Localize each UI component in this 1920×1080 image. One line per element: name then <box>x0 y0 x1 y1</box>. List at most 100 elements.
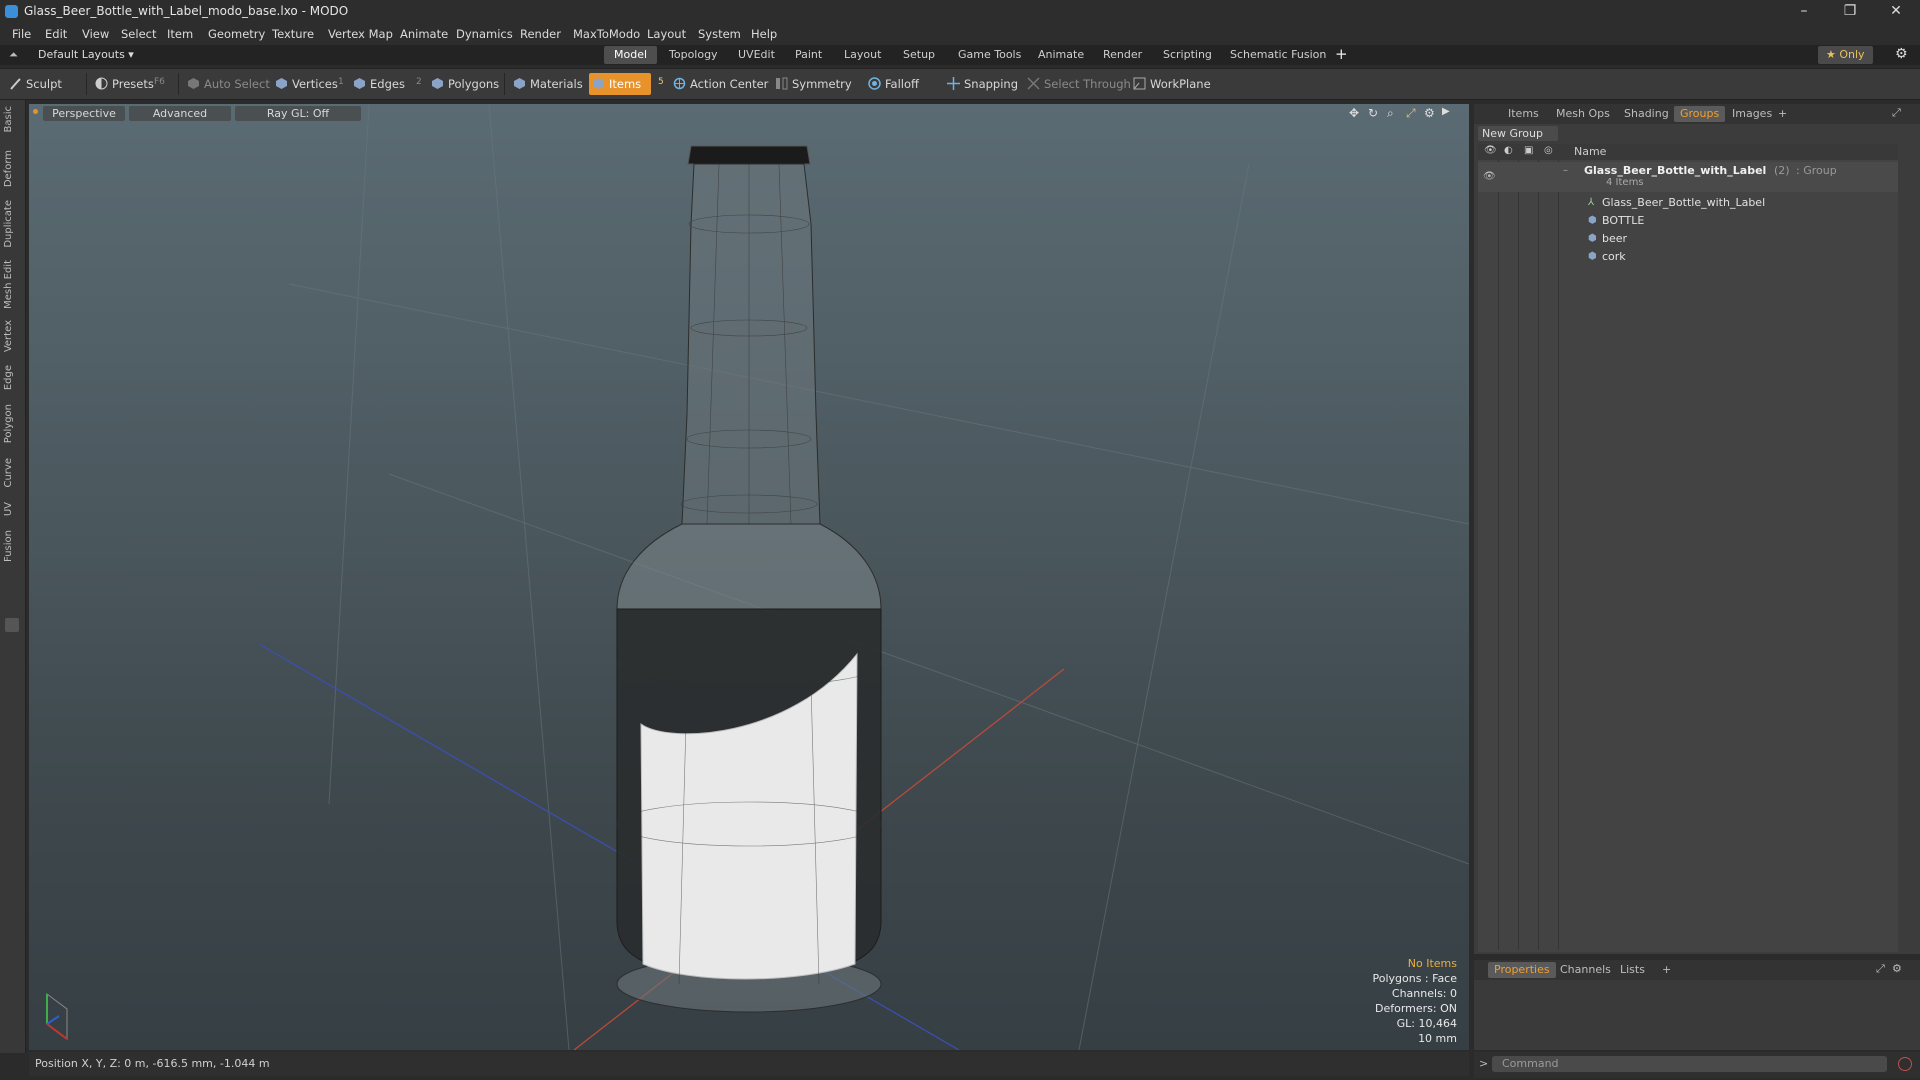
tab-basic[interactable]: Basic <box>3 106 22 132</box>
group-collapse-icon[interactable]: – <box>1563 162 1568 180</box>
polygons-button[interactable]: Polygons <box>428 73 499 95</box>
tab-vertex[interactable]: Vertex <box>3 320 22 352</box>
tab-layout[interactable]: Layout <box>834 46 891 64</box>
snapping-button[interactable]: Snapping <box>944 73 1018 95</box>
list-item[interactable]: ⅄ Glass_Beer_Bottle_with_Label <box>1478 194 1898 212</box>
tab-channels[interactable]: Channels <box>1554 962 1617 978</box>
tab-paint[interactable]: Paint <box>785 46 832 64</box>
tab-properties[interactable]: Properties <box>1488 962 1556 978</box>
viewport-settings-icon[interactable]: ⚙ <box>1424 106 1435 120</box>
name-column-header: Name <box>1574 145 1607 158</box>
settings-gear-icon[interactable]: ⚙ <box>1895 46 1908 62</box>
menu-view[interactable]: View <box>82 27 109 41</box>
layout-collapse-icon[interactable]: ⏶ <box>9 48 18 62</box>
properties-expand-icon[interactable]: ⤢ <box>1876 962 1885 976</box>
view-type-dropdown[interactable]: Perspective <box>43 106 125 121</box>
panel-expand-icon[interactable]: ⤢ <box>1892 106 1901 120</box>
menu-dynamics[interactable]: Dynamics <box>456 27 513 41</box>
menu-vertex-map[interactable]: Vertex Map <box>328 27 393 41</box>
close-button[interactable]: ✕ <box>1873 0 1919 24</box>
tab-topology[interactable]: Topology <box>659 46 728 64</box>
tab-model[interactable]: Model <box>604 46 658 64</box>
action-center-button[interactable]: Action Center <box>670 73 768 95</box>
properties-gear-icon[interactable]: ⚙ <box>1892 962 1902 975</box>
visibility-column-icon[interactable]: 👁 <box>1484 145 1497 156</box>
add-panel-tab-button[interactable]: + <box>1772 106 1793 122</box>
list-item[interactable]: ⬢ cork <box>1478 248 1898 266</box>
record-icon[interactable] <box>1898 1057 1912 1071</box>
falloff-button[interactable]: Falloff <box>865 73 919 95</box>
add-tab-button[interactable]: + <box>1335 45 1348 63</box>
presets-button[interactable]: Presets <box>92 73 154 95</box>
layout-preset-dropdown[interactable]: Default Layouts ▾ <box>38 48 134 61</box>
restore-button[interactable]: ❐ <box>1827 0 1873 24</box>
group-visibility-icon[interactable]: 👁 <box>1483 168 1496 186</box>
render-column-icon[interactable]: ◐ <box>1504 145 1513 156</box>
symmetry-button[interactable]: Symmetry <box>772 73 852 95</box>
menu-item[interactable]: Item <box>167 27 193 41</box>
zoom-icon[interactable]: ⌕ <box>1387 106 1394 121</box>
minimize-button[interactable]: – <box>1781 0 1827 24</box>
maximize-viewport-icon[interactable]: ⤢ <box>1406 106 1416 121</box>
tab-items[interactable]: Items <box>1502 106 1545 122</box>
tab-polygon[interactable]: Polygon <box>3 404 22 443</box>
menu-render[interactable]: Render <box>520 27 561 41</box>
rotate-icon[interactable]: ↻ <box>1368 106 1378 120</box>
tab-edge[interactable]: Edge <box>3 365 22 390</box>
menu-select[interactable]: Select <box>121 27 156 41</box>
list-item[interactable]: ⬢ BOTTLE <box>1478 212 1898 230</box>
tab-game-tools[interactable]: Game Tools <box>948 46 1031 64</box>
add-properties-tab-button[interactable]: + <box>1656 962 1677 978</box>
tab-mesh-ops[interactable]: Mesh Ops <box>1550 106 1616 122</box>
tab-schematic-fusion[interactable]: Schematic Fusion <box>1220 46 1336 64</box>
tab-shading[interactable]: Shading <box>1618 106 1675 122</box>
tab-scripting[interactable]: Scripting <box>1153 46 1222 64</box>
tab-render[interactable]: Render <box>1093 46 1152 64</box>
panel-toggle-button[interactable] <box>5 618 19 632</box>
menu-system[interactable]: System <box>698 27 741 41</box>
select-through-button[interactable]: Select Through <box>1024 73 1131 95</box>
tab-uv[interactable]: UV <box>3 502 22 516</box>
lock-column-icon[interactable]: ▣ <box>1524 145 1533 156</box>
tab-lists[interactable]: Lists <box>1614 962 1651 978</box>
tab-mesh-edit[interactable]: Mesh Edit <box>3 260 22 309</box>
pan-icon[interactable]: ✥ <box>1349 106 1359 120</box>
viewport-menu-dot-icon[interactable] <box>33 109 38 114</box>
beer-bottle-model[interactable] <box>616 145 882 1013</box>
viewport-more-icon[interactable]: ▶ <box>1442 106 1450 117</box>
raygl-toggle[interactable]: Ray GL: Off <box>235 106 361 121</box>
snapping-label: Snapping <box>964 77 1019 91</box>
3d-viewport[interactable] <box>29 104 1469 1050</box>
group-row[interactable]: 👁 – Glass_Beer_Bottle_with_Label (2) : G… <box>1478 162 1898 192</box>
tab-animate[interactable]: Animate <box>1028 46 1094 64</box>
menu-maxtomodo[interactable]: MaxToModo <box>573 27 640 41</box>
sculpt-button[interactable]: Sculpt <box>6 73 62 95</box>
menu-help[interactable]: Help <box>751 27 777 41</box>
only-toggle[interactable]: ★ Only <box>1818 46 1873 64</box>
menu-geometry[interactable]: Geometry <box>208 27 265 41</box>
menu-layout[interactable]: Layout <box>647 27 686 41</box>
tab-uvedit[interactable]: UVEdit <box>728 46 785 64</box>
menu-edit[interactable]: Edit <box>45 27 67 41</box>
tab-fusion[interactable]: Fusion <box>3 530 22 562</box>
vertices-button[interactable]: Vertices <box>272 73 338 95</box>
command-input[interactable]: Command <box>1492 1056 1887 1072</box>
tab-deform[interactable]: Deform <box>3 150 22 187</box>
edges-button[interactable]: Edges <box>350 73 405 95</box>
menu-file[interactable]: File <box>12 27 31 41</box>
auto-select-button[interactable]: Auto Select <box>184 73 270 95</box>
workplane-button[interactable]: WorkPlane <box>1130 73 1211 95</box>
tab-setup[interactable]: Setup <box>893 46 945 64</box>
tab-images[interactable]: Images <box>1726 106 1778 122</box>
select-column-icon[interactable]: ◎ <box>1544 145 1553 156</box>
tab-duplicate[interactable]: Duplicate <box>3 200 22 248</box>
new-group-button[interactable]: New Group <box>1478 126 1558 141</box>
menu-texture[interactable]: Texture <box>272 27 314 41</box>
tab-curve[interactable]: Curve <box>3 458 22 488</box>
menu-animate[interactable]: Animate <box>400 27 448 41</box>
materials-button[interactable]: Materials <box>510 73 583 95</box>
items-button[interactable]: Items <box>589 73 652 95</box>
shading-mode-dropdown[interactable]: Advanced <box>129 106 231 121</box>
tab-groups[interactable]: Groups <box>1674 106 1726 122</box>
list-item[interactable]: ⬢ beer <box>1478 230 1898 248</box>
